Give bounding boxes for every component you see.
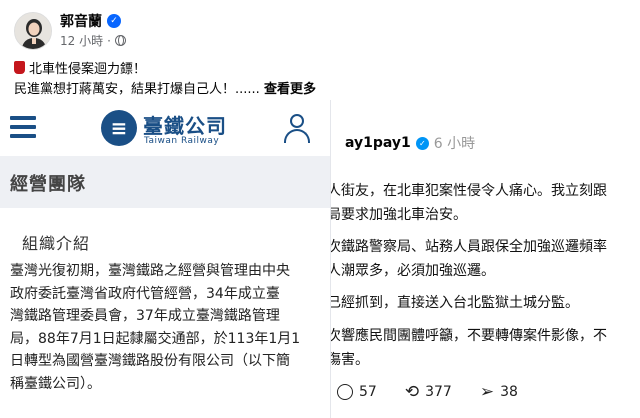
see-more-link[interactable]: 查看更多 bbox=[264, 82, 316, 97]
post-line1-text: 北車性侵案迴力鏢！ bbox=[29, 62, 147, 77]
railway-screenshot: ≡ 臺鐵公司 Taiwan Railway 經營團隊 組織介紹 臺灣光復初期，臺… bbox=[0, 100, 330, 418]
body-line: 稱臺鐵公司）。 bbox=[10, 375, 101, 392]
subsection-heading: 組織介紹 bbox=[22, 234, 91, 253]
threads-text-line: 已經抓到，直接送入台北監獄土城分監。 bbox=[330, 295, 579, 311]
body-line: 政府委託臺灣省政府代管經營，34年成立臺 bbox=[10, 285, 280, 302]
lantern-emoji-icon bbox=[14, 61, 25, 74]
author-name[interactable]: 郭音蘭 bbox=[60, 11, 102, 31]
body-line: 臺灣光復初期，臺灣鐵路之經營與管理由中央 bbox=[10, 263, 290, 279]
body-line: 日轉型為國營臺灣鐵路股份有限公司（以下簡 bbox=[10, 353, 290, 369]
send-icon: ➢ bbox=[479, 382, 495, 402]
railway-navbar: ≡ 臺鐵公司 Taiwan Railway bbox=[0, 100, 330, 156]
comment-count: 57 bbox=[359, 384, 377, 400]
post-text-line1: 北車性侵案迴力鏢！ bbox=[14, 58, 146, 77]
repost-count: 377 bbox=[425, 384, 452, 400]
threads-text-line: 次鐵路警察局、站務人員跟保全加強巡邏頻率 bbox=[330, 239, 607, 255]
threads-text-line: 局要求加強北車治安。 bbox=[330, 207, 467, 223]
comment-icon bbox=[337, 384, 353, 400]
threads-text-line: 人街友，在北車犯案性侵令人痛心。我立刻跟 bbox=[330, 183, 607, 199]
repost-icon: ⟲ bbox=[404, 382, 420, 402]
threads-actions: 57 ⟲ 377 ➢ 38 bbox=[337, 382, 518, 402]
post-meta: 12 小時 · bbox=[60, 32, 126, 49]
hamburger-menu-icon[interactable] bbox=[10, 116, 36, 138]
share-button[interactable]: ➢ 38 bbox=[480, 382, 518, 402]
threads-text-line: 傷害。 bbox=[330, 352, 369, 368]
post-text-line2: 民進黨想打蔣萬安，結果打爆自己人！...... 查看更多 bbox=[14, 78, 316, 97]
author-avatar[interactable] bbox=[14, 12, 52, 50]
share-count: 38 bbox=[500, 384, 518, 400]
railway-logo-icon: ≡ bbox=[101, 110, 137, 146]
post-time[interactable]: 12 小時 bbox=[60, 32, 103, 49]
threads-verified-icon: ✓ bbox=[415, 136, 429, 150]
section-title: 經營團隊 bbox=[10, 174, 86, 195]
railway-subtitle: Taiwan Railway bbox=[144, 136, 220, 146]
threads-header: ay1pay1 ✓ 6 小時 bbox=[345, 133, 475, 153]
threads-time: 6 小時 bbox=[433, 136, 476, 152]
repost-button[interactable]: ⟲ 377 bbox=[405, 382, 452, 402]
post-header: 郭音蘭 ✓ 12 小時 · 北車性侵案迴力鏢！ 民進黨想打蔣萬安，結果打爆自己人… bbox=[0, 0, 640, 100]
railway-body-text: 臺灣光復初期，臺灣鐵路之經營與管理由中央 政府委託臺灣省政府代管經營，34年成立… bbox=[10, 260, 328, 395]
globe-icon bbox=[114, 35, 126, 46]
body-line: 灣鐵路管理委員會，37年成立臺灣鐵路管理 bbox=[10, 308, 280, 324]
threads-text-line: 人潮眾多，必須加強巡邏。 bbox=[330, 263, 495, 279]
comment-button[interactable]: 57 bbox=[337, 382, 377, 402]
body-line: 局，88年7月1日起隸屬交通部，於113年1月1 bbox=[10, 330, 301, 347]
threads-text-line: 次響應民間團體呼籲，不要轉傳案件影像，不 bbox=[330, 328, 607, 344]
threads-screenshot: ay1pay1 ✓ 6 小時 人街友，在北車犯案性侵令人痛心。我立刻跟 局要求加… bbox=[330, 100, 640, 418]
railway-title: 臺鐵公司 bbox=[143, 114, 227, 138]
author-row: 郭音蘭 ✓ bbox=[60, 11, 121, 31]
verified-badge-icon: ✓ bbox=[107, 14, 121, 28]
threads-username[interactable]: ay1pay1 bbox=[345, 135, 411, 151]
user-account-icon[interactable] bbox=[284, 114, 310, 144]
post-line2-text: 民進黨想打蔣萬安，結果打爆自己人！...... bbox=[14, 82, 260, 97]
